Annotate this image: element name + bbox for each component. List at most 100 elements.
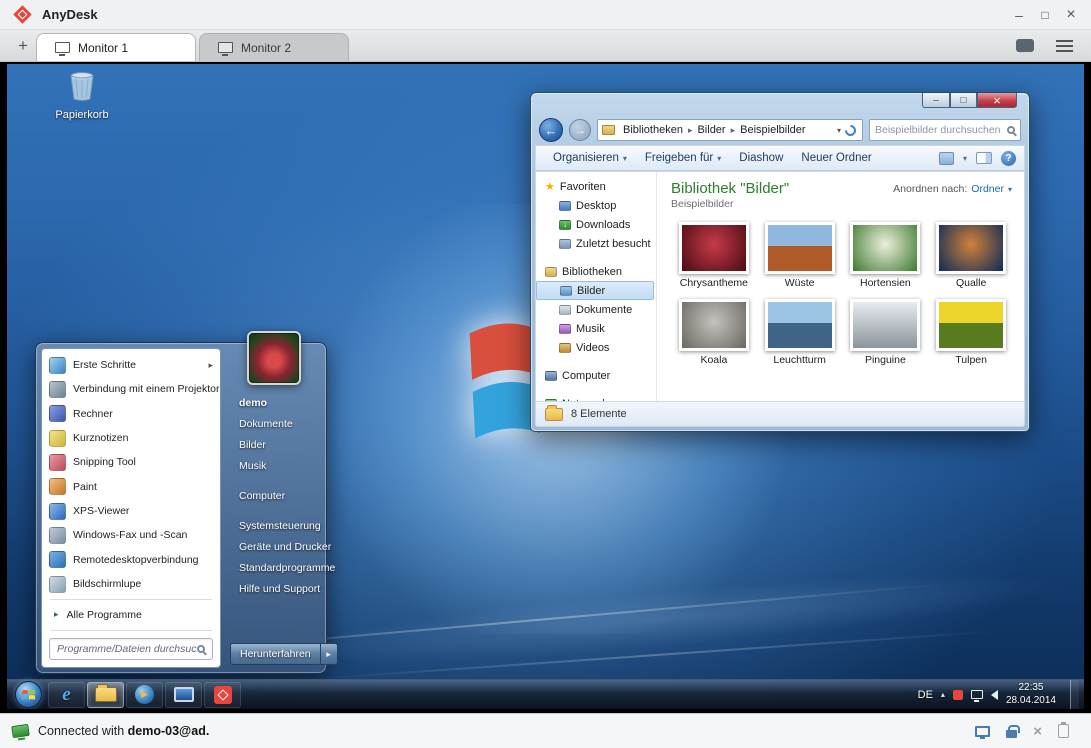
taskbar-anydesk[interactable] bbox=[204, 682, 241, 708]
anydesk-tray-icon[interactable] bbox=[953, 690, 963, 700]
start-item-user[interactable]: demo bbox=[226, 392, 321, 413]
taskbar-clock[interactable]: 22:35 28.04.2014 bbox=[1006, 682, 1056, 707]
file-thumbnail[interactable] bbox=[850, 299, 920, 351]
start-item-erste-schritte[interactable]: Erste Schritte bbox=[42, 353, 220, 377]
explorer-minimize-icon[interactable] bbox=[922, 93, 950, 108]
help-icon[interactable] bbox=[1001, 151, 1016, 166]
arrange-by-value[interactable]: Ordner bbox=[971, 183, 1004, 195]
chat-icon[interactable] bbox=[1016, 39, 1034, 52]
start-item-xps-viewer[interactable]: XPS-Viewer bbox=[42, 499, 220, 523]
new-session-button[interactable] bbox=[10, 33, 36, 59]
close-session-icon[interactable] bbox=[1033, 724, 1042, 739]
lock-input-icon[interactable] bbox=[1006, 730, 1017, 738]
file-thumbnail[interactable] bbox=[679, 299, 749, 351]
start-item-remotedesktop[interactable]: Remotedesktopverbindung bbox=[42, 548, 220, 572]
breadcrumb-item[interactable]: Beispielbilder bbox=[737, 124, 808, 136]
sidebar-item-computer[interactable]: Computer bbox=[536, 366, 656, 385]
file-item[interactable]: Koala bbox=[671, 299, 757, 366]
file-item[interactable]: Pinguine bbox=[843, 299, 929, 366]
start-item-hilfe[interactable]: Hilfe und Support bbox=[226, 578, 321, 599]
explorer-search[interactable] bbox=[869, 119, 1021, 141]
sidebar-item-downloads[interactable]: Downloads bbox=[536, 215, 656, 234]
taskbar-remote-app[interactable] bbox=[165, 682, 202, 708]
file-item[interactable]: Hortensien bbox=[843, 222, 929, 289]
refresh-icon[interactable] bbox=[843, 122, 859, 138]
start-item-bilder[interactable]: Bilder bbox=[226, 434, 321, 455]
shutdown-options-arrow-icon[interactable] bbox=[321, 643, 338, 665]
start-item-projektor[interactable]: Verbindung mit einem Projektor bbox=[42, 377, 220, 401]
hamburger-menu-icon[interactable] bbox=[1056, 40, 1073, 52]
close-icon[interactable] bbox=[1061, 5, 1081, 25]
breadcrumb-item[interactable]: Bibliotheken bbox=[620, 124, 686, 136]
sidebar-item-bibliotheken[interactable]: Bibliotheken bbox=[536, 262, 656, 281]
file-thumbnail[interactable] bbox=[850, 222, 920, 274]
language-indicator[interactable]: DE bbox=[918, 689, 933, 701]
network-tray-icon[interactable] bbox=[971, 690, 983, 699]
slideshow-button[interactable]: Diashow bbox=[730, 152, 792, 164]
change-view-icon[interactable] bbox=[939, 152, 954, 165]
taskbar-internet-explorer[interactable] bbox=[48, 682, 85, 708]
display-settings-icon[interactable] bbox=[975, 726, 990, 737]
taskbar-media-player[interactable] bbox=[126, 682, 163, 708]
address-bar[interactable]: Bibliotheken Bilder Beispielbilder bbox=[597, 119, 863, 141]
start-item-fax-scan[interactable]: Windows-Fax und -Scan bbox=[42, 523, 220, 547]
breadcrumb-item[interactable]: Bilder bbox=[694, 124, 728, 136]
start-item-kurznotizen[interactable]: Kurznotizen bbox=[42, 426, 220, 450]
explorer-search-input[interactable] bbox=[875, 124, 1007, 136]
file-item[interactable]: Leuchtturm bbox=[757, 299, 843, 366]
start-item-geraete-drucker[interactable]: Geräte und Drucker bbox=[226, 536, 321, 557]
maximize-icon[interactable] bbox=[1035, 5, 1055, 25]
sidebar-item-zuletzt-besucht[interactable]: Zuletzt besucht bbox=[536, 234, 656, 253]
start-item-paint[interactable]: Paint bbox=[42, 475, 220, 499]
file-thumbnail[interactable] bbox=[936, 222, 1006, 274]
start-item-computer[interactable]: Computer bbox=[226, 485, 321, 506]
chevron-down-icon[interactable] bbox=[963, 152, 967, 164]
file-item[interactable]: Tulpen bbox=[928, 299, 1014, 366]
start-item-dokumente[interactable]: Dokumente bbox=[226, 413, 321, 434]
new-folder-button[interactable]: Neuer Ordner bbox=[792, 152, 880, 164]
organize-button[interactable]: Organisieren bbox=[544, 152, 636, 164]
chevron-down-icon[interactable] bbox=[837, 126, 841, 135]
tab-monitor-1[interactable]: Monitor 1 bbox=[36, 33, 196, 61]
start-item-snipping-tool[interactable]: Snipping Tool bbox=[42, 450, 220, 474]
start-item-standardprogramme[interactable]: Standardprogramme bbox=[226, 557, 321, 578]
start-item-bildschirmlupe[interactable]: Bildschirmlupe bbox=[42, 572, 220, 596]
start-item-rechner[interactable]: Rechner bbox=[42, 402, 220, 426]
file-thumbnail[interactable] bbox=[765, 222, 835, 274]
clipboard-icon[interactable] bbox=[1058, 724, 1069, 738]
minimize-icon[interactable] bbox=[1009, 5, 1029, 25]
file-item[interactable]: Wüste bbox=[757, 222, 843, 289]
start-item-musik[interactable]: Musik bbox=[226, 455, 321, 476]
preview-pane-icon[interactable] bbox=[976, 152, 992, 164]
anydesk-titlebar[interactable]: AnyDesk bbox=[0, 0, 1091, 30]
sidebar-item-videos[interactable]: Videos bbox=[536, 338, 656, 357]
file-item[interactable]: Qualle bbox=[928, 222, 1014, 289]
shutdown-button[interactable]: Herunterfahren bbox=[230, 643, 338, 665]
file-thumbnail[interactable] bbox=[936, 299, 1006, 351]
file-item[interactable]: Chrysantheme bbox=[671, 222, 757, 289]
share-button[interactable]: Freigeben für bbox=[636, 152, 730, 164]
recycle-bin[interactable]: Papierkorb bbox=[47, 70, 117, 121]
volume-icon[interactable] bbox=[991, 690, 998, 700]
user-avatar[interactable] bbox=[247, 331, 301, 385]
sidebar-item-bilder[interactable]: Bilder bbox=[536, 281, 654, 300]
show-desktop-button[interactable] bbox=[1070, 680, 1079, 710]
hidden-icons-arrow-icon[interactable] bbox=[941, 690, 945, 699]
sidebar-item-desktop[interactable]: Desktop bbox=[536, 196, 656, 215]
sidebar-item-musik[interactable]: Musik bbox=[536, 319, 656, 338]
start-search-input[interactable] bbox=[57, 643, 197, 655]
remote-desktop[interactable]: Papierkorb Bibliotheken Bilder bbox=[7, 64, 1084, 709]
sidebar-item-dokumente[interactable]: Dokumente bbox=[536, 300, 656, 319]
forward-button[interactable] bbox=[569, 119, 591, 141]
explorer-maximize-icon[interactable] bbox=[950, 93, 977, 108]
back-button[interactable] bbox=[539, 118, 563, 142]
file-thumbnail[interactable] bbox=[679, 222, 749, 274]
sidebar-item-favoriten[interactable]: Favoriten bbox=[536, 177, 656, 196]
start-button[interactable] bbox=[15, 681, 42, 708]
all-programs-button[interactable]: Alle Programme bbox=[42, 603, 220, 626]
explorer-close-icon[interactable] bbox=[977, 93, 1017, 108]
start-item-systemsteuerung[interactable]: Systemsteuerung bbox=[226, 515, 321, 536]
start-search[interactable] bbox=[49, 638, 213, 660]
file-thumbnail[interactable] bbox=[765, 299, 835, 351]
taskbar-explorer[interactable] bbox=[87, 682, 124, 708]
